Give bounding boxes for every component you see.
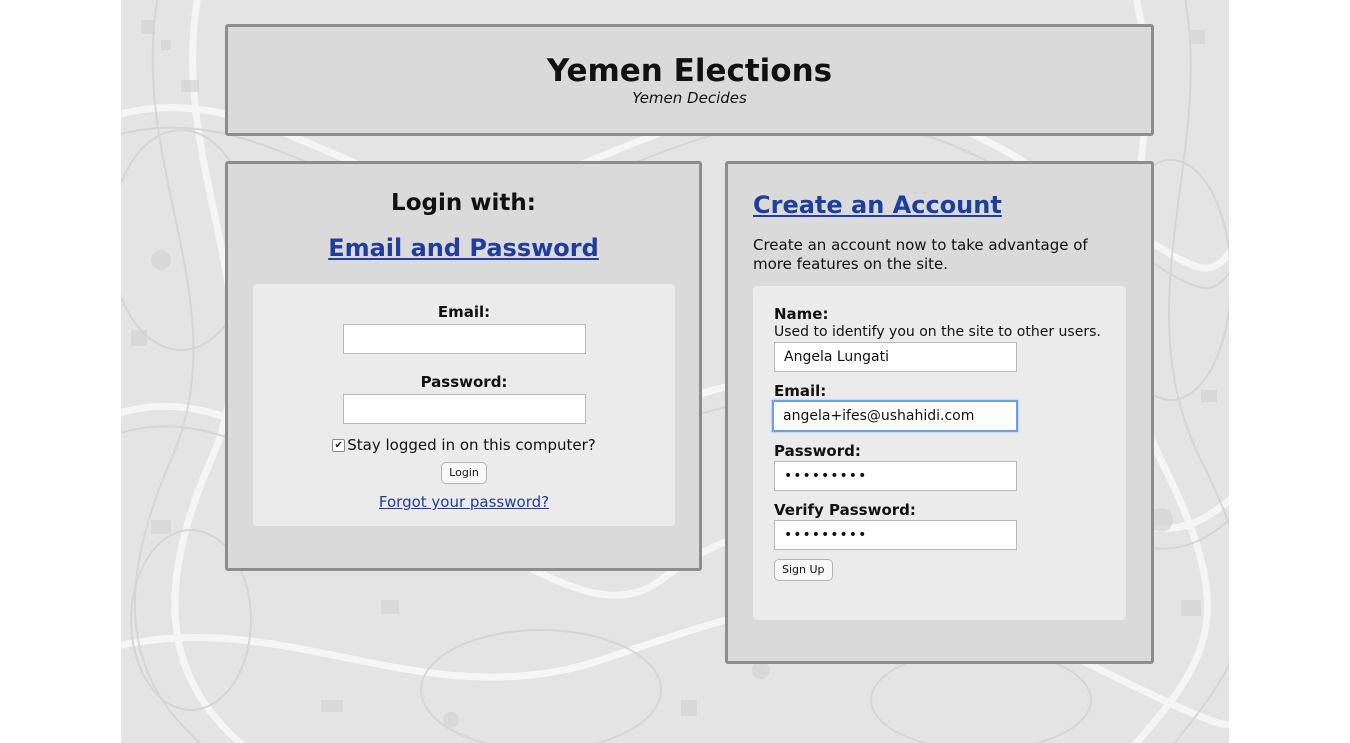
signup-name-input[interactable] (774, 342, 1017, 372)
create-account-link[interactable]: Create an Account (753, 190, 1002, 220)
login-panel: Login with: Email and Password Email: Pa… (225, 161, 702, 571)
site-title: Yemen Elections (546, 53, 833, 89)
signup-password-label: Password: (774, 442, 861, 460)
login-form: Email: Password: ✔ Stay logged in on thi… (253, 284, 675, 526)
login-password-label: Password: (420, 373, 508, 391)
remember-me-row: ✔ Stay logged in on this computer? (253, 436, 675, 454)
forgot-password-link[interactable]: Forgot your password? (253, 493, 675, 511)
signup-verify-password-label: Verify Password: (774, 501, 916, 519)
signup-email-label: Email: (774, 382, 827, 400)
login-button[interactable]: Login (441, 462, 487, 484)
remember-me-label: Stay logged in on this computer? (347, 436, 596, 454)
site-tagline: Yemen Decides (632, 89, 747, 107)
sign-up-button[interactable]: Sign Up (774, 559, 833, 581)
site-header: Yemen Elections Yemen Decides (225, 24, 1154, 136)
login-password-input[interactable] (342, 394, 586, 424)
signup-form: Name: Used to identify you on the site t… (753, 286, 1126, 620)
signup-name-label: Name: (774, 305, 829, 323)
signup-name-hint: Used to identify you on the site to othe… (774, 324, 1101, 340)
signup-password-input[interactable]: ••••••••• (774, 461, 1017, 491)
page-background: Yemen Elections Yemen Decides Login with… (121, 0, 1229, 743)
login-heading: Login with: (391, 190, 536, 216)
signup-email-input[interactable] (772, 400, 1018, 432)
email-password-link[interactable]: Email and Password (228, 233, 699, 263)
signup-panel: Create an Account Create an account now … (725, 161, 1154, 664)
login-email-label: Email: (437, 303, 491, 321)
login-email-input[interactable] (342, 324, 586, 354)
signup-intro-text: Create an account now to take advantage … (753, 236, 1088, 273)
remember-me-checkbox[interactable]: ✔ (332, 438, 346, 452)
signup-verify-password-input[interactable]: ••••••••• (774, 520, 1017, 550)
